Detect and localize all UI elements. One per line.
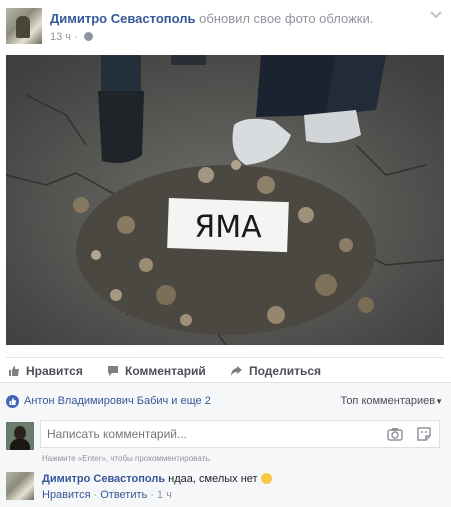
dot-separator: · — [150, 489, 154, 501]
comment-like-link[interactable]: Нравится — [42, 489, 91, 501]
comment-button[interactable]: Комментарий — [107, 364, 206, 378]
cover-photo-image: ЯМА — [6, 55, 444, 345]
comment-input[interactable] — [47, 427, 367, 441]
post-timestamp[interactable]: 13 ч — [50, 31, 71, 43]
author-name-link[interactable]: Димитро Севастополь — [50, 11, 195, 26]
share-arrow-icon — [231, 366, 242, 376]
post-action-text: обновил свое фото обложки. — [199, 11, 374, 26]
wink-emoji-icon — [260, 473, 272, 484]
likers-link[interactable]: Антон Владимирович Бабич и еще 2 — [24, 395, 211, 407]
globe-icon[interactable] — [83, 32, 93, 41]
current-user-avatar — [6, 422, 34, 450]
like-reaction-icon — [6, 395, 19, 408]
comment-meta: Нравится · Ответить · 1 ч — [42, 489, 172, 501]
comment-item: Димитро Севастополь ндаа, смелых нет Нра… — [0, 470, 451, 507]
author-avatar[interactable] — [6, 8, 42, 44]
sign-text: ЯМА — [194, 210, 262, 245]
post-actions-bar: Нравится Комментарий Поделиться — [6, 357, 444, 382]
reactions-bar: Антон Владимирович Бабич и еще 2 Топ ком… — [0, 382, 451, 419]
like-button-label: Нравится — [26, 364, 83, 378]
comment-sort-label: Топ комментариев — [340, 395, 436, 407]
comment-sort-dropdown[interactable]: Топ комментариев▼ — [340, 395, 443, 407]
comment-input-box[interactable] — [40, 420, 440, 448]
comment-button-label: Комментарий — [125, 364, 206, 378]
like-button[interactable]: Нравится — [8, 364, 83, 378]
thumbs-up-icon — [9, 366, 19, 376]
comment-reply-link[interactable]: Ответить — [100, 489, 147, 501]
comment-text: ндаа, смелых нет — [168, 473, 258, 485]
comment-hint: Нажмите «Enter», чтобы прокомментировать… — [42, 454, 212, 463]
share-button[interactable]: Поделиться — [230, 364, 321, 378]
comment-bubble-icon — [108, 366, 118, 376]
post-header: Димитро Севастополь обновил свое фото об… — [0, 0, 451, 52]
comment-body: Димитро Севастополь ндаа, смелых нет — [42, 473, 272, 485]
comment-composer: Нажмите «Enter», чтобы прокомментировать… — [0, 418, 451, 470]
dot-separator: · — [93, 489, 98, 501]
share-button-label: Поделиться — [249, 364, 322, 378]
comment-timestamp[interactable]: 1 ч — [157, 489, 172, 501]
post-meta: 13 ч · — [50, 31, 93, 43]
comment-author-link[interactable]: Димитро Севастополь — [42, 473, 165, 485]
caret-down-icon: ▼ — [435, 397, 443, 406]
sticker-icon[interactable] — [417, 427, 431, 441]
chevron-down-icon[interactable] — [429, 9, 443, 21]
dot-separator: · — [74, 31, 78, 43]
camera-icon[interactable] — [387, 427, 403, 441]
comment-author-avatar[interactable] — [6, 472, 34, 500]
cover-photo[interactable]: ЯМА — [6, 55, 444, 345]
post-title: Димитро Севастополь обновил свое фото об… — [50, 11, 373, 26]
